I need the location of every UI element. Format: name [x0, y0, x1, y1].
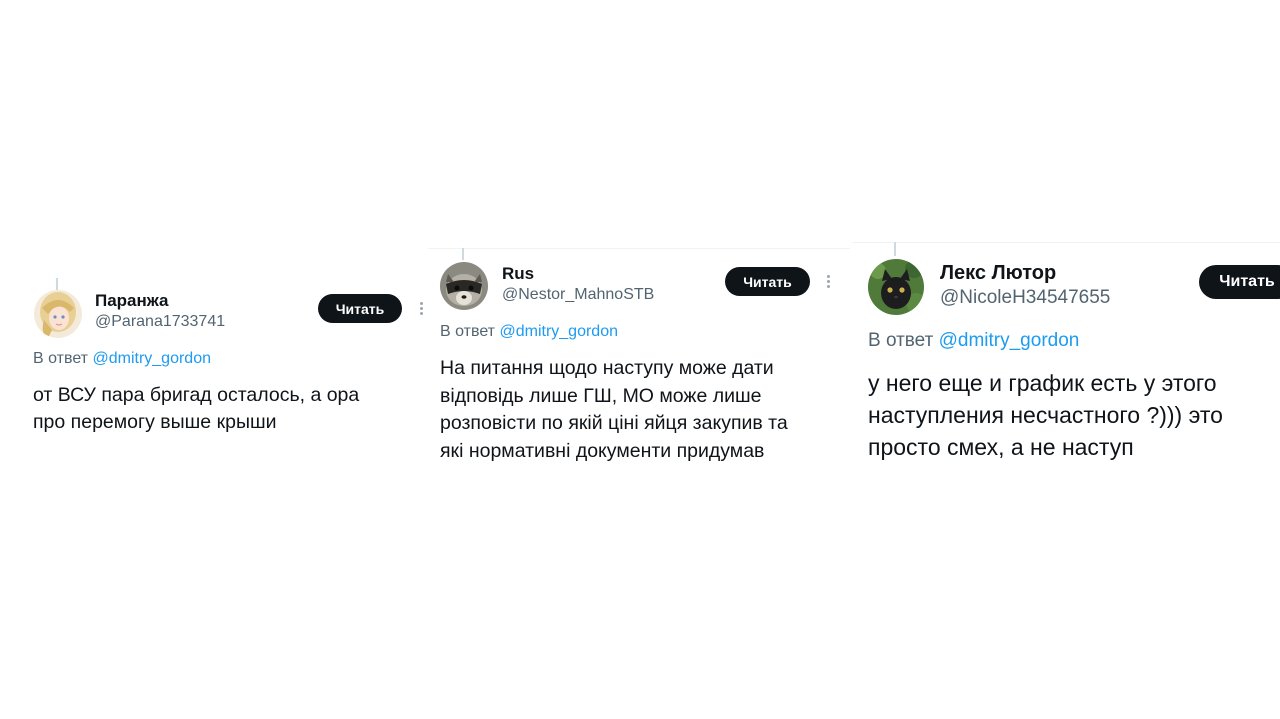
avatar[interactable] [34, 290, 82, 338]
thread-line [894, 242, 896, 256]
reply-prefix: В ответ [33, 350, 89, 367]
tweet-text-line: просто смех, а не наступ [868, 434, 1134, 460]
tweet-text: у него еще и график есть у этого наступл… [868, 367, 1223, 463]
thread-line [56, 278, 58, 290]
reply-mention-link[interactable]: @dmitry_gordon [499, 323, 618, 340]
read-button[interactable]: Читать [725, 267, 810, 296]
tweet-text: На питання щодо наступу може дати відпов… [440, 355, 788, 465]
tweet-text-line: розповісти по якій ціні яйця закупив та [440, 412, 788, 434]
display-name[interactable]: Лекс Лютор [940, 262, 1056, 285]
divider [852, 242, 1280, 243]
display-name[interactable]: Паранжа [95, 291, 169, 311]
tweet-text-line: у него еще и график есть у этого [868, 370, 1217, 396]
divider [428, 248, 850, 249]
reply-prefix: В ответ [868, 330, 934, 351]
reply-mention-link[interactable]: @dmitry_gordon [92, 350, 211, 367]
reply-context: В ответ @dmitry_gordon [440, 323, 618, 341]
reply-prefix: В ответ [440, 323, 496, 340]
read-button[interactable]: Читать [1199, 265, 1280, 299]
tweet-card-1: Паранжа @Parana1733741 Читать В ответ @d… [22, 278, 432, 448]
tweet-text-line: про перемогу выше крыши [33, 411, 277, 433]
avatar[interactable] [440, 262, 488, 310]
reply-mention-link[interactable]: @dmitry_gordon [939, 330, 1080, 351]
more-options-icon[interactable] [825, 273, 831, 293]
tweet-text-line: наступления несчастного ?))) это [868, 402, 1223, 428]
tweet-text-line: які нормативні документи придумав [440, 439, 765, 462]
reply-context: В ответ @dmitry_gordon [33, 350, 211, 368]
tweet-text-line: от ВСУ пара бригад осталось, а ора [33, 384, 360, 406]
tweet-text: от ВСУ пара бригад осталось, а ора про п… [33, 382, 359, 436]
more-options-icon[interactable] [418, 300, 424, 320]
display-name[interactable]: Rus [502, 264, 534, 284]
tweet-text-line: відповідь лише ГШ, МО може лише [440, 384, 762, 407]
user-handle[interactable]: @Parana1733741 [95, 313, 225, 331]
user-handle[interactable]: @NicoleH34547655 [940, 287, 1110, 309]
tweet-card-3: Лекс Лютор @NicoleH34547655 Читать В отв… [852, 242, 1280, 482]
read-button[interactable]: Читать [318, 294, 402, 323]
tweet-text-line: На питання щодо наступу може дати [440, 357, 774, 379]
thread-line [462, 248, 464, 260]
tweet-card-2: Rus @Nestor_MahnoSTB Читать В ответ @dmi… [428, 248, 850, 478]
reply-context: В ответ @dmitry_gordon [868, 330, 1079, 352]
avatar[interactable] [868, 259, 924, 315]
user-handle[interactable]: @Nestor_MahnoSTB [502, 286, 654, 304]
